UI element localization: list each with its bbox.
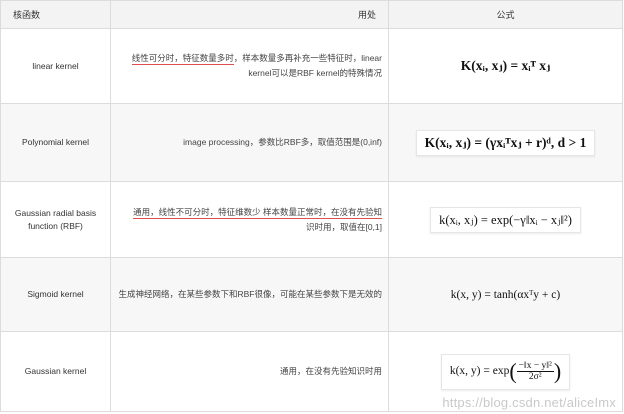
table-row: linear kernel 线性可分时，特征数量多时，样本数量多再补充一些特征时…: [0, 28, 623, 104]
table-row: Gaussian radial basis function (RBF) 通用，…: [0, 181, 623, 258]
kernel-use: image processing，参数比RBF多，取值范围是(0,inf): [110, 103, 389, 182]
header-kernel: 核函数: [0, 0, 111, 29]
kernel-name: Polynomial kernel: [0, 103, 111, 182]
kernel-formula-cell: k(x, y) = tanh(αxᵀy + c): [388, 257, 623, 332]
formula: K(xᵢ, xⱼ) = (γxᵢᵀxⱼ + r)ᵈ, d > 1: [424, 134, 587, 150]
kernel-use: 生成神经网络，在某些参数下和RBF很像，可能在某些参数下是无效的: [110, 257, 389, 332]
kernel-name: Gaussian radial basis function (RBF): [0, 181, 111, 258]
use-text: ，样本数量多再补充一些特征时，linear kernel可以是RBF kerne…: [233, 53, 382, 78]
table-header-row: 核函数 用处 公式: [0, 0, 623, 29]
use-text: 通用，在没有先验知识时用: [279, 366, 382, 376]
use-text: image processing，参数比RBF多，取值范围是(0,inf): [183, 137, 382, 147]
watermark: https://blog.csdn.net/aliceImx: [442, 395, 616, 410]
highlighted-text: 通用，线性不可分时，特征维数少 样本数量正常时，在没有先验知: [133, 206, 382, 219]
kernel-formula-cell: K(xᵢ, xⱼ) = (γxᵢᵀxⱼ + r)ᵈ, d > 1: [388, 103, 623, 182]
use-text: 识时用，取值在[0,1]: [305, 221, 382, 232]
kernel-name: Gaussian kernel: [0, 331, 111, 412]
kernel-use: 通用，线性不可分时，特征维数少 样本数量正常时，在没有先验知识时用，取值在[0,…: [110, 181, 389, 258]
formula: k(xᵢ, xⱼ) = exp(−γ‖xᵢ − xⱼ‖²): [439, 212, 572, 227]
kernel-formula-cell: K(xᵢ, xⱼ) = xᵢᵀ xⱼ: [388, 28, 623, 104]
formula: k(x, y) = tanh(αxᵀy + c): [450, 288, 561, 301]
kernel-table: 核函数 用处 公式 linear kernel 线性可分时，特征数量多时，样本数…: [0, 0, 623, 412]
use-text: 生成神经网络，在某些参数下和RBF很像，可能在某些参数下是无效的: [118, 289, 382, 299]
header-use: 用处: [110, 0, 389, 29]
formula: K(xᵢ, xⱼ) = xᵢᵀ xⱼ: [460, 58, 551, 73]
highlighted-text: 线性可分时，特征数量多时: [131, 53, 234, 65]
kernel-name: Sigmoid kernel: [0, 257, 111, 332]
kernel-use: 线性可分时，特征数量多时，样本数量多再补充一些特征时，linear kernel…: [110, 28, 389, 104]
table-row: Sigmoid kernel 生成神经网络，在某些参数下和RBF很像，可能在某些…: [0, 257, 623, 332]
header-formula: 公式: [388, 0, 623, 29]
table-row: Polynomial kernel image processing，参数比RB…: [0, 103, 623, 182]
formula: k(x, y) = exp(−‖x − y‖² 2σ²): [449, 358, 562, 384]
kernel-formula-cell: k(xᵢ, xⱼ) = exp(−γ‖xᵢ − xⱼ‖²): [388, 181, 623, 258]
kernel-use: 通用，在没有先验知识时用: [110, 331, 389, 412]
kernel-name: linear kernel: [0, 28, 111, 104]
